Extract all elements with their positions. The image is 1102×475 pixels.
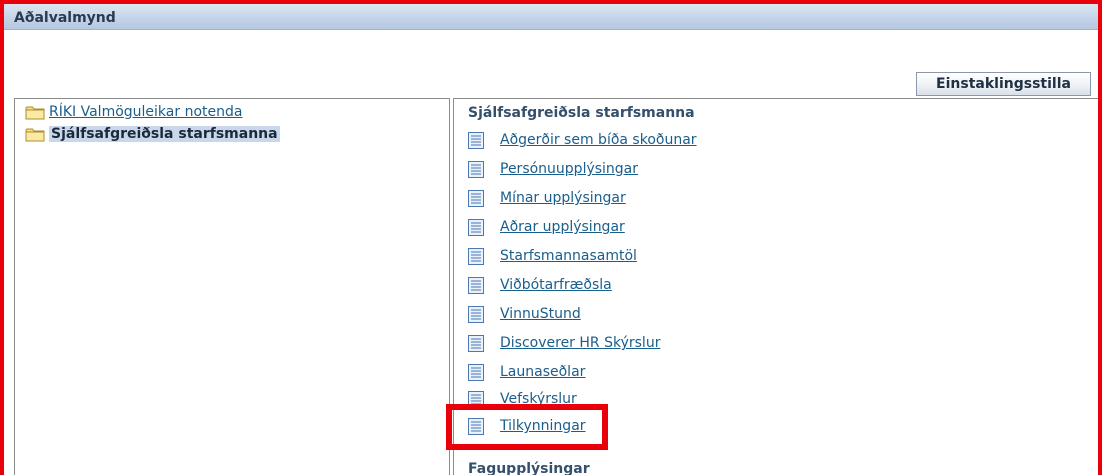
navigator-tree-panel: RÍKI Valmöguleikar notenda Sjálfsafgreið… (14, 98, 450, 475)
function-link[interactable]: Discoverer HR Skýrslur (500, 335, 660, 351)
document-icon (468, 218, 484, 236)
document-icon (468, 363, 484, 381)
document-icon (468, 189, 484, 207)
tree-link-user-options[interactable]: RÍKI Valmöguleikar notenda (49, 104, 242, 120)
function-item[interactable]: Starfsmannasamtöl (468, 245, 637, 267)
document-icon (468, 305, 484, 323)
section-heading-next: Fagupplýsingar (468, 461, 590, 475)
document-icon (468, 276, 484, 294)
page: Aðalvalmynd Einstaklingsstilla RÍKI Valm… (0, 0, 1102, 475)
function-link[interactable]: Aðrar upplýsingar (500, 219, 625, 235)
function-link[interactable]: Mínar upplýsingar (500, 190, 626, 206)
function-link[interactable]: Aðgerðir sem bíða skoðunar (500, 132, 697, 148)
tree-item-user-options[interactable]: RÍKI Valmöguleikar notenda (25, 103, 242, 121)
function-item[interactable]: Mínar upplýsingar (468, 187, 626, 209)
document-icon (468, 334, 484, 352)
function-item[interactable]: Aðrar upplýsingar (468, 216, 625, 238)
document-icon (468, 131, 484, 149)
function-link[interactable]: Viðbótarfræðsla (500, 277, 612, 293)
function-item[interactable]: VinnuStund (468, 303, 581, 325)
function-item[interactable]: Viðbótarfræðsla (468, 274, 612, 296)
function-link[interactable]: Launaseðlar (500, 364, 585, 380)
function-item[interactable]: Launaseðlar (468, 361, 585, 383)
function-link[interactable]: Persónuupplýsingar (500, 161, 638, 177)
page-header: Aðalvalmynd (4, 4, 1098, 30)
function-item[interactable]: Persónuupplýsingar (468, 158, 638, 180)
folder-icon (25, 128, 45, 141)
personalize-button[interactable]: Einstaklingsstilla (916, 72, 1091, 96)
page-title: Aðalvalmynd (14, 10, 116, 26)
tree-item-employee-self-service[interactable]: Sjálfsafgreiðsla starfsmanna (25, 125, 280, 143)
document-icon (468, 247, 484, 265)
tree-selected-label[interactable]: Sjálfsafgreiðsla starfsmanna (49, 126, 280, 142)
document-icon (468, 160, 484, 178)
folder-icon (25, 106, 45, 119)
function-item[interactable]: Aðgerðir sem bíða skoðunar (468, 129, 697, 151)
section-heading: Sjálfsafgreiðsla starfsmanna (468, 105, 695, 121)
function-link[interactable]: VinnuStund (500, 306, 581, 322)
highlight-annotation-box (446, 404, 608, 450)
function-link[interactable]: Starfsmannasamtöl (500, 248, 637, 264)
function-item[interactable]: Discoverer HR Skýrslur (468, 332, 660, 354)
